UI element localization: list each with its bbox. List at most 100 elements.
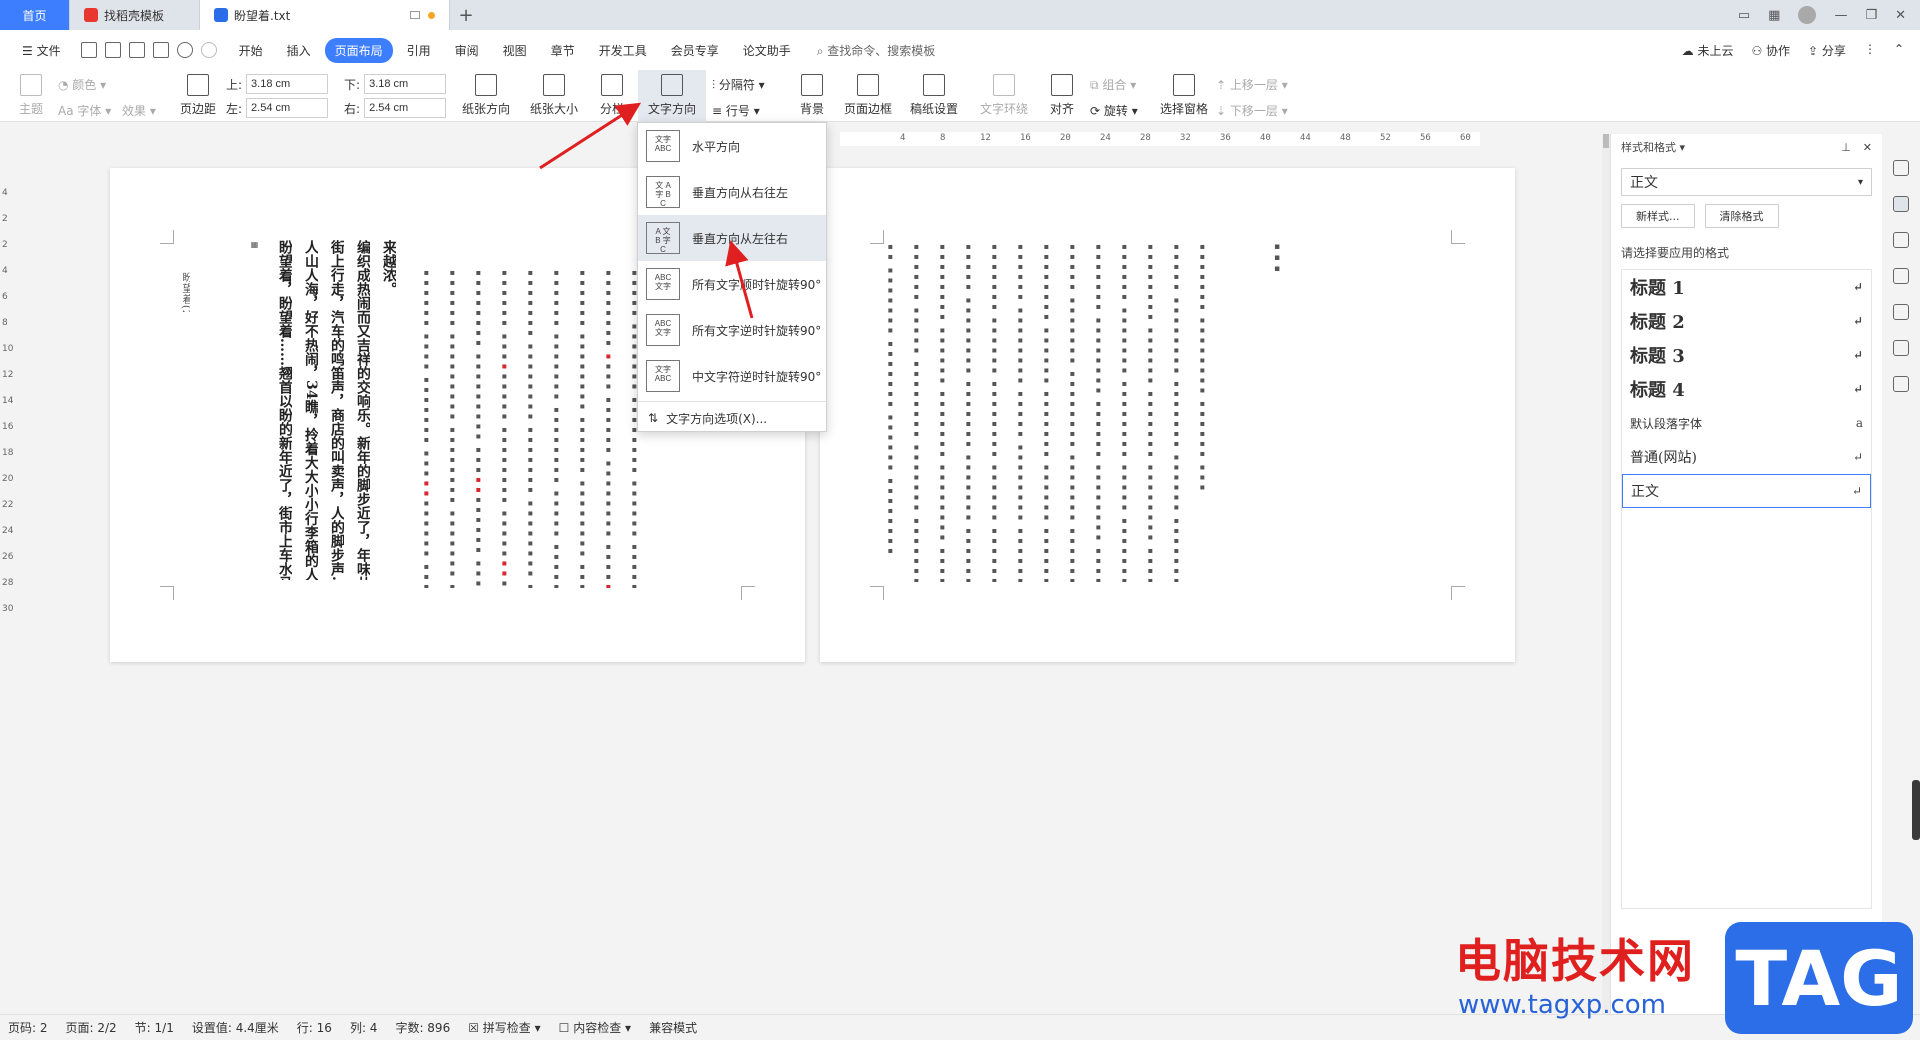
margins-button[interactable]: 页边距 (172, 70, 224, 117)
menu-developer[interactable]: 开发工具 (589, 38, 657, 63)
avatar[interactable] (1798, 6, 1817, 24)
status-page-code[interactable]: 页码: 2 (8, 1019, 48, 1036)
text-direction-button[interactable]: 文字方向 (638, 70, 706, 122)
scroll-thumb[interactable] (1603, 134, 1609, 148)
menu-references[interactable]: 引用 (397, 38, 441, 63)
menu-rotate-cw[interactable]: ABC 文字 所有文字顺时针旋转90° (638, 261, 826, 307)
content-check-button[interactable]: ☐ 内容检查 ▾ (559, 1019, 631, 1036)
share-button[interactable]: ⇪ 分享 (1808, 42, 1846, 59)
style-heading-1[interactable]: 标题 1 ↵ (1622, 270, 1871, 304)
new-style-button[interactable]: 新样式... (1621, 204, 1695, 228)
cloud-button[interactable]: ☁ 未上云 (1682, 42, 1734, 59)
collapse-ribbon-icon[interactable]: ⌃ (1894, 42, 1904, 59)
menu-page-layout[interactable]: 页面布局 (324, 37, 393, 63)
menu-start[interactable]: 开始 (229, 38, 273, 63)
style-body[interactable]: 正文 ↵ (1622, 474, 1871, 508)
vertical-scrollbar[interactable] (1602, 134, 1610, 1014)
print-icon[interactable] (128, 42, 145, 58)
book-icon[interactable] (1893, 376, 1909, 392)
separator-button[interactable]: ⫶ 分隔符 ▾ (712, 76, 765, 93)
side-handle[interactable] (1912, 780, 1920, 840)
menu-chapter[interactable]: 章节 (541, 38, 585, 63)
status-setting[interactable]: 设置值: 4.4厘米 (192, 1019, 279, 1036)
style-heading-3[interactable]: 标题 3 ↵ (1622, 338, 1871, 372)
globe-icon[interactable] (1893, 340, 1909, 356)
menu-view[interactable]: 视图 (493, 38, 537, 63)
paper-size-button[interactable]: 纸张大小 (526, 70, 582, 117)
tab-template[interactable]: 找稻壳模板 (70, 0, 200, 30)
style-heading-4[interactable]: 标题 4 ↵ (1622, 372, 1871, 406)
new-tab-button[interactable]: + (450, 0, 482, 30)
file-menu-label: 文件 (36, 43, 61, 58)
menu-vertical-rtl[interactable]: 文 A字 BC 垂直方向从右往左 (638, 169, 826, 215)
align-button[interactable]: 对齐 (1044, 70, 1080, 117)
collab-button[interactable]: ⚇ 协作 (1751, 42, 1790, 59)
style-pen-icon[interactable] (1893, 196, 1909, 212)
font-button[interactable]: Aa 字体 ▾ (58, 102, 111, 119)
ai-icon[interactable] (1893, 160, 1909, 176)
orientation-button[interactable]: 纸张方向 (458, 70, 514, 117)
send-backward-button[interactable]: ⇣ 下移一层 ▾ (1216, 102, 1288, 119)
menu-cjk-rotate-ccw[interactable]: 文字 ABC 中文字符逆时针旋转90° (638, 353, 826, 399)
background-button[interactable]: 背景 (794, 70, 830, 117)
minimize-icon[interactable]: — (1834, 8, 1847, 23)
columns-button[interactable]: 分栏 (594, 70, 630, 117)
monitor-icon[interactable] (410, 11, 420, 19)
menu-insert[interactable]: 插入 (277, 38, 321, 63)
layout-icon[interactable]: ▭ (1738, 8, 1750, 23)
status-section[interactable]: 节: 1/1 (135, 1019, 174, 1036)
tab-home[interactable]: 首页 (0, 0, 70, 30)
cursor-icon[interactable] (1893, 232, 1909, 248)
image-icon[interactable] (1893, 304, 1909, 320)
pin-icon[interactable]: ⊥ (1841, 141, 1851, 154)
theme-button[interactable]: 主题 (14, 70, 48, 117)
current-style-select[interactable]: 正文 ▾ (1621, 168, 1872, 196)
menu-vertical-ltr[interactable]: A 文B 字C 垂直方向从左往右 (638, 215, 826, 261)
color-button[interactable]: ◔ 颜色 ▾ (58, 76, 106, 93)
group-button[interactable]: ⧉ 组合 ▾ (1090, 76, 1136, 93)
adjust-icon[interactable] (1893, 268, 1909, 284)
status-words[interactable]: 字数: 896 (395, 1019, 450, 1036)
menu-rotate-ccw[interactable]: ABC 文字 所有文字逆时针旋转90° (638, 307, 826, 353)
style-web-normal[interactable]: 普通(网站) ↵ (1622, 440, 1871, 474)
menu-horizontal[interactable]: 文字 ABC 水平方向 (638, 123, 826, 169)
rotate-button[interactable]: ⟳ 旋转 ▾ (1090, 102, 1138, 119)
close-icon[interactable]: ✕ (1895, 8, 1906, 23)
page-2[interactable]: ▪▪ ▪▪▪▪▪▪▪ ▪▪▪▪▪▪▪ ▪▪▪▪▪▪ ▪▪▪▪▪▪▪▪ ▪▪▪▪▪… (820, 168, 1515, 662)
clear-format-button[interactable]: 清除格式 (1704, 204, 1779, 228)
top-margin-input[interactable] (246, 74, 329, 94)
command-search[interactable]: ⌕ 查找命令、搜索模板 (817, 42, 936, 59)
line-number-button[interactable]: ≡ 行号 ▾ (712, 102, 760, 119)
bring-forward-button[interactable]: ⇡ 上移一层 ▾ (1216, 76, 1288, 93)
spell-check-button[interactable]: ☒ 拼写检查 ▾ (468, 1019, 540, 1036)
right-margin-input[interactable] (364, 98, 447, 118)
draft-settings-button[interactable]: 稿纸设置 (906, 70, 962, 117)
redo-icon[interactable] (200, 42, 217, 58)
effect-button[interactable]: 效果 ▾ (122, 102, 156, 119)
menu-review[interactable]: 审阅 (445, 38, 489, 63)
status-pages[interactable]: 页面: 2/2 (66, 1019, 117, 1036)
panel-close-icon[interactable]: ✕ (1863, 141, 1872, 154)
apps-grid-icon[interactable]: ▦ (1768, 8, 1780, 23)
styles-panel-title[interactable]: 样式和格式 ▾ (1621, 139, 1685, 155)
vertical-ruler[interactable]: 4 2 2 4 6 8 10 12 14 16 18 20 22 24 26 28 30 (0, 148, 14, 638)
undo-icon[interactable] (176, 42, 193, 58)
select-pane-button[interactable]: 选择窗格 (1156, 70, 1212, 117)
preview-icon[interactable] (152, 42, 169, 58)
more-icon[interactable]: ⋮ (1864, 42, 1876, 59)
left-margin-input[interactable] (246, 98, 329, 118)
style-heading-2[interactable]: 标题 2 ↵ (1622, 304, 1871, 338)
menu-thesis[interactable]: 论文助手 (733, 38, 801, 63)
menu-member[interactable]: 会员专享 (661, 38, 729, 63)
page-border-button[interactable]: 页面边框 (840, 70, 896, 117)
file-menu[interactable]: ☰ 文件 (12, 38, 71, 63)
bottom-margin-input[interactable] (364, 74, 447, 94)
save-icon[interactable] (80, 42, 97, 58)
restore-icon[interactable]: ❐ (1865, 8, 1877, 23)
export-icon[interactable] (104, 42, 121, 58)
horizontal-ruler[interactable]: 4 8 12 16 20 24 28 32 36 40 44 48 52 56 60 (840, 132, 1480, 146)
text-wrap-button[interactable]: 文字环绕 (976, 70, 1032, 117)
tab-document[interactable]: 盼望着.txt (200, 0, 450, 30)
menu-text-direction-options[interactable]: ⇅ 文字方向选项(X)... (638, 404, 826, 432)
style-default-font[interactable]: 默认段落字体 a (1622, 406, 1871, 440)
